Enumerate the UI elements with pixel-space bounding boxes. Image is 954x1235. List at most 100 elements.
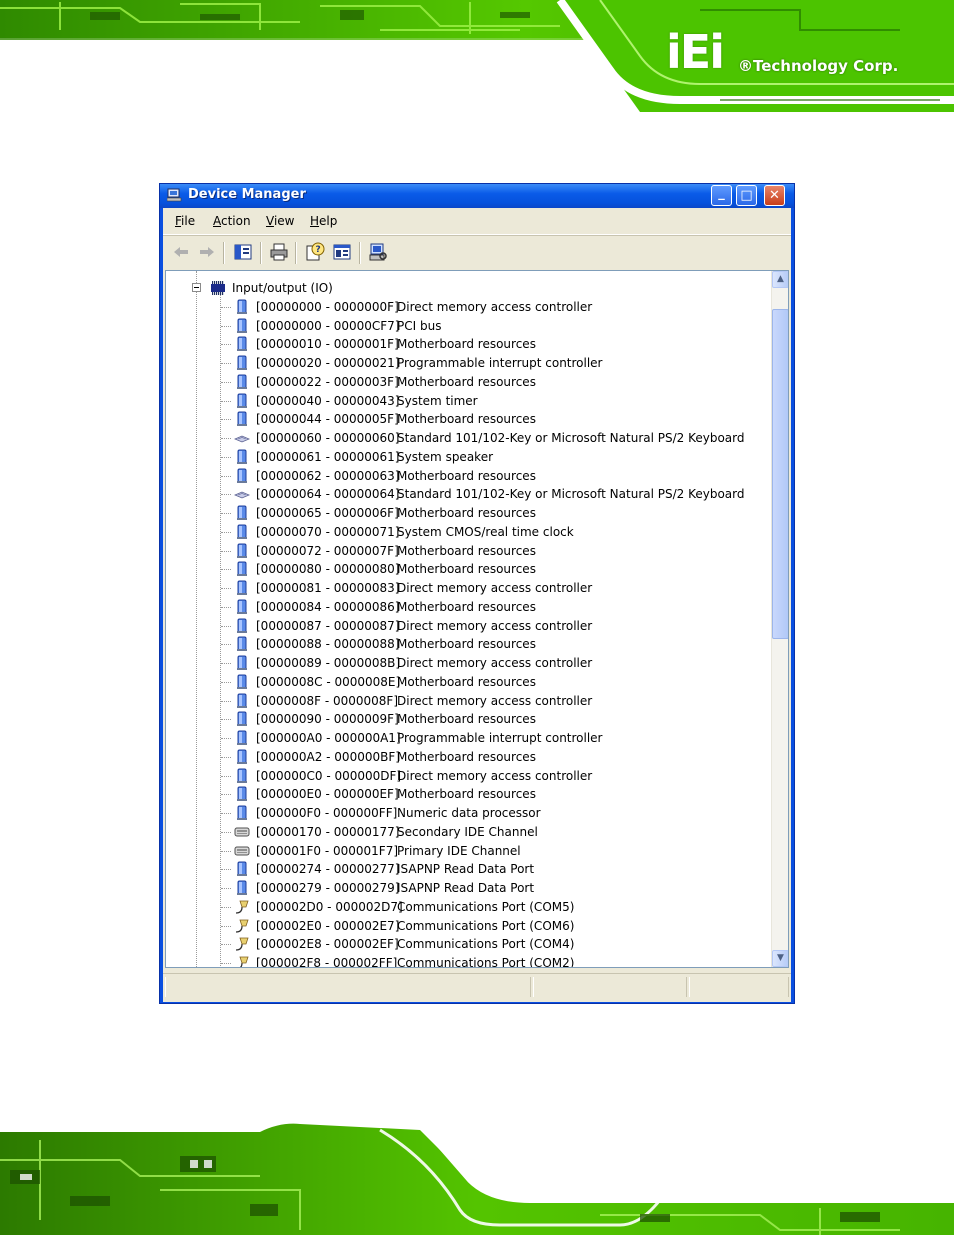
system-device-icon: [237, 393, 247, 408]
menu-action-accelerator: A: [213, 214, 221, 228]
window-title: Device Manager: [188, 187, 306, 202]
toolbar-separator: [359, 242, 361, 264]
io-range: [00000080 - 00000080]: [256, 562, 400, 577]
menu-view-accelerator: V: [266, 214, 274, 228]
system-device-icon: [237, 618, 247, 633]
forward-icon[interactable]: [197, 242, 217, 262]
io-range: [000001F0 - 000001F7]: [256, 843, 399, 858]
collapse-toggle[interactable]: [192, 283, 201, 292]
device-name: ISAPNP Read Data Port: [397, 862, 535, 877]
system-device-icon: [237, 786, 247, 802]
device-tree[interactable]: ▲ ▼ Input/output (IO) [00000000 - 0000000…: [165, 270, 789, 968]
io-range: [00000060 - 00000060]: [256, 431, 400, 445]
device-name: Primary IDE Channel: [397, 843, 521, 858]
system-device-icon: [237, 299, 247, 314]
io-range: [000000A0 - 000000A1]: [256, 731, 401, 745]
io-range: [00000090 - 0000009F]: [256, 712, 399, 727]
tree-guide-line: [221, 963, 231, 964]
system-device-icon: [237, 693, 247, 708]
io-range: [00000279 - 00000279]: [256, 881, 400, 895]
tree-guide-line: [221, 700, 231, 702]
device-name: Numeric data processor: [397, 806, 541, 820]
print-icon[interactable]: [269, 242, 289, 262]
menu-help[interactable]: Help: [310, 214, 337, 228]
system-device-icon: [237, 411, 247, 427]
tree-node-label: Input/output (IO): [232, 281, 333, 295]
system-device-icon: [237, 711, 247, 727]
status-pane-main: [165, 977, 531, 997]
tree-guide-line: [221, 306, 231, 308]
io-range: [00000040 - 00000043]: [256, 393, 400, 408]
tree-guide-line: [221, 925, 231, 927]
scroll-thumb[interactable]: [772, 309, 788, 639]
properties-icon[interactable]: [332, 242, 352, 262]
show-hide-console-tree-icon[interactable]: [233, 242, 253, 262]
tree-guide-line: [221, 888, 231, 889]
io-range: [000002E8 - 000002EF]: [256, 937, 399, 952]
device-name: Motherboard resources: [397, 787, 536, 802]
ide-controller-icon: [234, 846, 250, 855]
menu-help-accelerator: H: [310, 214, 320, 228]
tree-guide-line: [220, 295, 221, 967]
device-name: Communications Port (COM6): [397, 918, 575, 933]
io-range: [000002F8 - 000002FF]: [256, 956, 398, 968]
scan-hardware-icon[interactable]: [368, 242, 388, 262]
io-range: [00000081 - 00000083]: [256, 581, 400, 595]
system-device-icon: [237, 730, 247, 745]
close-icon: ✕: [769, 188, 780, 203]
close-button[interactable]: ✕: [764, 185, 785, 206]
system-device-icon: [237, 580, 247, 595]
tree-guide-line: [221, 719, 231, 721]
com-port-icon: [235, 937, 249, 951]
device-name: Programmable interrupt controller: [397, 731, 603, 745]
minimize-button[interactable]: _: [711, 185, 732, 206]
help-icon[interactable]: ?: [305, 242, 325, 262]
tree-guide-line: [196, 271, 197, 967]
toolbar-separator: [295, 242, 297, 264]
menu-action[interactable]: Action: [213, 214, 251, 228]
tree-guide-line: [221, 775, 231, 777]
keyboard-icon: [234, 491, 250, 499]
scroll-up-button[interactable]: ▲: [772, 271, 788, 288]
status-pane-middle: [533, 977, 687, 997]
tree-guide-line: [221, 419, 231, 421]
tree-guide-line: [221, 363, 231, 364]
back-icon[interactable]: [171, 242, 191, 262]
menu-help-label: elp: [319, 214, 338, 228]
scroll-down-button[interactable]: ▼: [772, 950, 788, 967]
device-name: Direct memory access controller: [397, 618, 593, 633]
io-range: [00000072 - 0000007F]: [256, 543, 399, 558]
menu-view[interactable]: View: [266, 214, 294, 228]
system-device-icon: [237, 880, 247, 895]
device-name: Motherboard resources: [397, 337, 536, 352]
circuit-board-graphic: [0, 1123, 954, 1235]
footer-banner: [0, 1120, 954, 1235]
svg-text:?: ?: [316, 245, 321, 255]
device-name: Motherboard resources: [397, 506, 536, 520]
io-range: [00000062 - 00000063]: [256, 468, 400, 483]
vertical-scrollbar[interactable]: ▲ ▼: [771, 271, 788, 967]
device-manager-window: Device Manager _ □ ✕ File Action View He…: [159, 183, 795, 1004]
header-banner: iEi ®Technology Corp.: [0, 0, 954, 112]
com-port-icon: [235, 919, 249, 933]
tree-guide-line: [221, 513, 231, 514]
device-name: System CMOS/real time clock: [397, 524, 574, 539]
menu-view-label: iew: [273, 214, 295, 228]
title-bar[interactable]: Device Manager _ □ ✕: [160, 184, 794, 208]
device-name: Motherboard resources: [397, 543, 536, 558]
system-device-icon: [237, 561, 247, 577]
io-range: [00000089 - 0000008B]: [256, 656, 401, 670]
com-port-icon: [235, 900, 249, 914]
device-name: Direct memory access controller: [397, 581, 593, 595]
tree-guide-line: [221, 438, 231, 439]
tree-guide-line: [221, 569, 231, 571]
menu-file[interactable]: File: [175, 214, 195, 228]
tree-guide-line: [221, 400, 231, 402]
device-name: Programmable interrupt controller: [397, 356, 603, 370]
tree-guide-line: [221, 681, 231, 683]
device-name: Motherboard resources: [397, 637, 536, 652]
system-device-icon: [237, 655, 247, 670]
io-range: [000000E0 - 000000EF]: [256, 787, 399, 802]
maximize-button[interactable]: □: [736, 185, 757, 206]
keyboard-icon: [234, 435, 250, 443]
